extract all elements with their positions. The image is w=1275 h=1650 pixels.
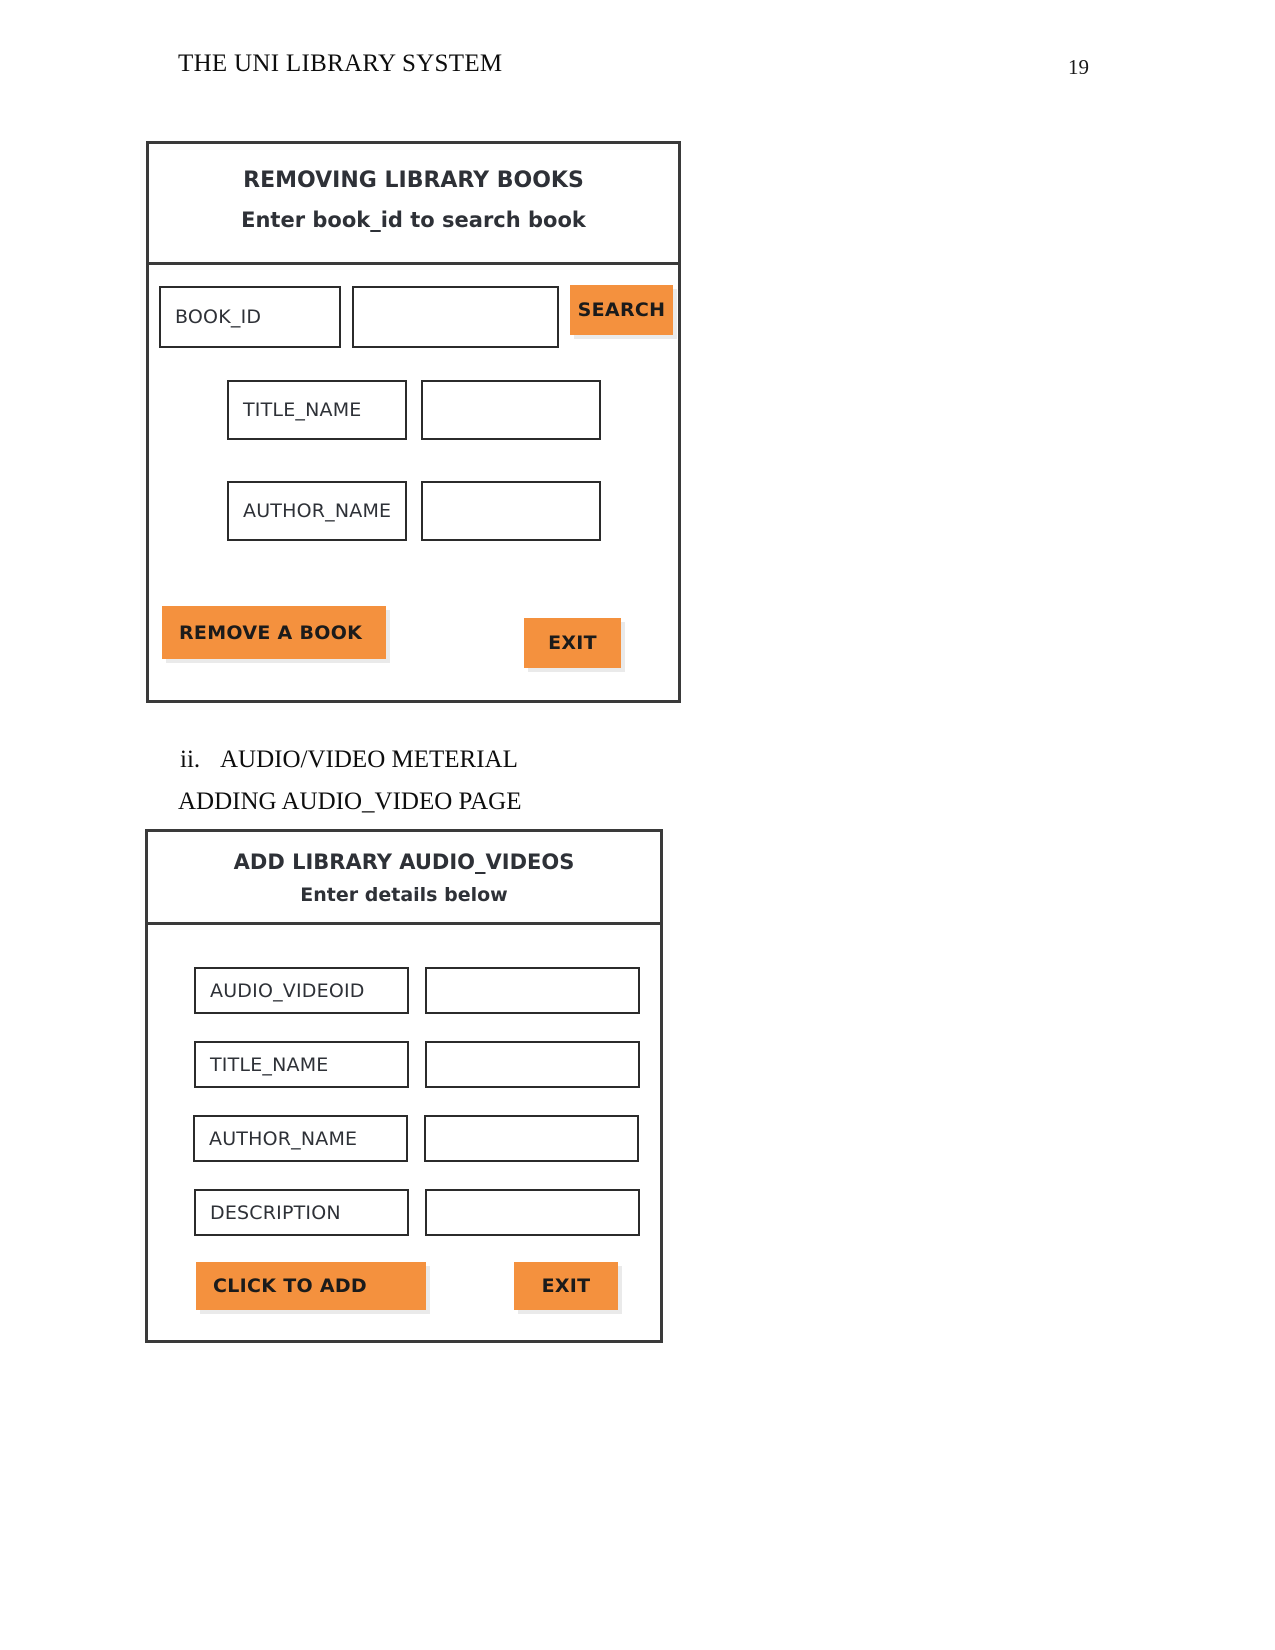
audio-title-name-label-box: TITLE_NAME bbox=[194, 1041, 409, 1088]
author-name-label-box: AUTHOR_NAME bbox=[227, 481, 407, 541]
audio-author-name-label-box: AUTHOR_NAME bbox=[193, 1115, 408, 1162]
click-to-add-button[interactable]: CLICK TO ADD bbox=[196, 1262, 426, 1310]
remove-books-subtitle: Enter book_id to search book bbox=[241, 208, 586, 232]
title-name-label: TITLE_NAME bbox=[243, 399, 362, 421]
section-list-marker: ii. bbox=[180, 746, 201, 773]
add-audio-video-titlebar: ADD LIBRARY AUDIO_VIDEOS Enter details b… bbox=[148, 832, 660, 925]
exit-button-wrap-form2: EXIT bbox=[514, 1262, 622, 1314]
book-id-label: BOOK_ID bbox=[175, 306, 262, 328]
remove-books-form-window: REMOVING LIBRARY BOOKS Enter book_id to … bbox=[146, 141, 681, 703]
add-audio-video-form-window: ADD LIBRARY AUDIO_VIDEOS Enter details b… bbox=[145, 829, 663, 1343]
exit-button-form1[interactable]: EXIT bbox=[524, 618, 621, 668]
audio-title-name-label: TITLE_NAME bbox=[210, 1053, 329, 1076]
audio-videoid-label: AUDIO_VIDEOID bbox=[210, 979, 365, 1002]
document-title: THE UNI LIBRARY SYSTEM bbox=[178, 50, 503, 77]
add-audio-video-title: ADD LIBRARY AUDIO_VIDEOS bbox=[233, 850, 575, 874]
subsection-heading: ADDING AUDIO_VIDEO PAGE bbox=[178, 788, 522, 815]
remove-book-button-wrap: REMOVE A BOOK bbox=[162, 606, 390, 663]
author-name-input[interactable] bbox=[421, 481, 601, 541]
page-number: 19 bbox=[1068, 55, 1089, 79]
audio-videoid-label-box: AUDIO_VIDEOID bbox=[194, 967, 409, 1014]
book-id-label-box: BOOK_ID bbox=[159, 286, 341, 348]
title-name-label-box: TITLE_NAME bbox=[227, 380, 407, 440]
add-audio-video-subtitle: Enter details below bbox=[300, 884, 508, 906]
description-label-box: DESCRIPTION bbox=[194, 1189, 409, 1236]
section-heading: AUDIO/VIDEO METERIAL bbox=[220, 746, 518, 773]
audio-author-name-label: AUTHOR_NAME bbox=[209, 1127, 358, 1150]
remove-books-titlebar: REMOVING LIBRARY BOOKS Enter book_id to … bbox=[149, 144, 678, 265]
exit-button-form2[interactable]: EXIT bbox=[514, 1262, 618, 1310]
search-button-wrap: SEARCH bbox=[570, 285, 677, 339]
description-label: DESCRIPTION bbox=[210, 1201, 341, 1224]
page-header: THE UNI LIBRARY SYSTEM 19 bbox=[0, 50, 1275, 90]
description-input[interactable] bbox=[425, 1189, 640, 1236]
audio-videoid-input[interactable] bbox=[425, 967, 640, 1014]
search-button[interactable]: SEARCH bbox=[570, 285, 673, 335]
click-to-add-button-wrap: CLICK TO ADD bbox=[196, 1262, 430, 1314]
audio-title-name-input[interactable] bbox=[425, 1041, 640, 1088]
book-id-input[interactable] bbox=[352, 286, 559, 348]
exit-button-wrap-form1: EXIT bbox=[524, 618, 625, 672]
title-name-input[interactable] bbox=[421, 380, 601, 440]
remove-books-title: REMOVING LIBRARY BOOKS bbox=[243, 168, 584, 193]
remove-book-button[interactable]: REMOVE A BOOK bbox=[162, 606, 386, 659]
audio-author-name-input[interactable] bbox=[424, 1115, 639, 1162]
author-name-label: AUTHOR_NAME bbox=[243, 500, 392, 522]
